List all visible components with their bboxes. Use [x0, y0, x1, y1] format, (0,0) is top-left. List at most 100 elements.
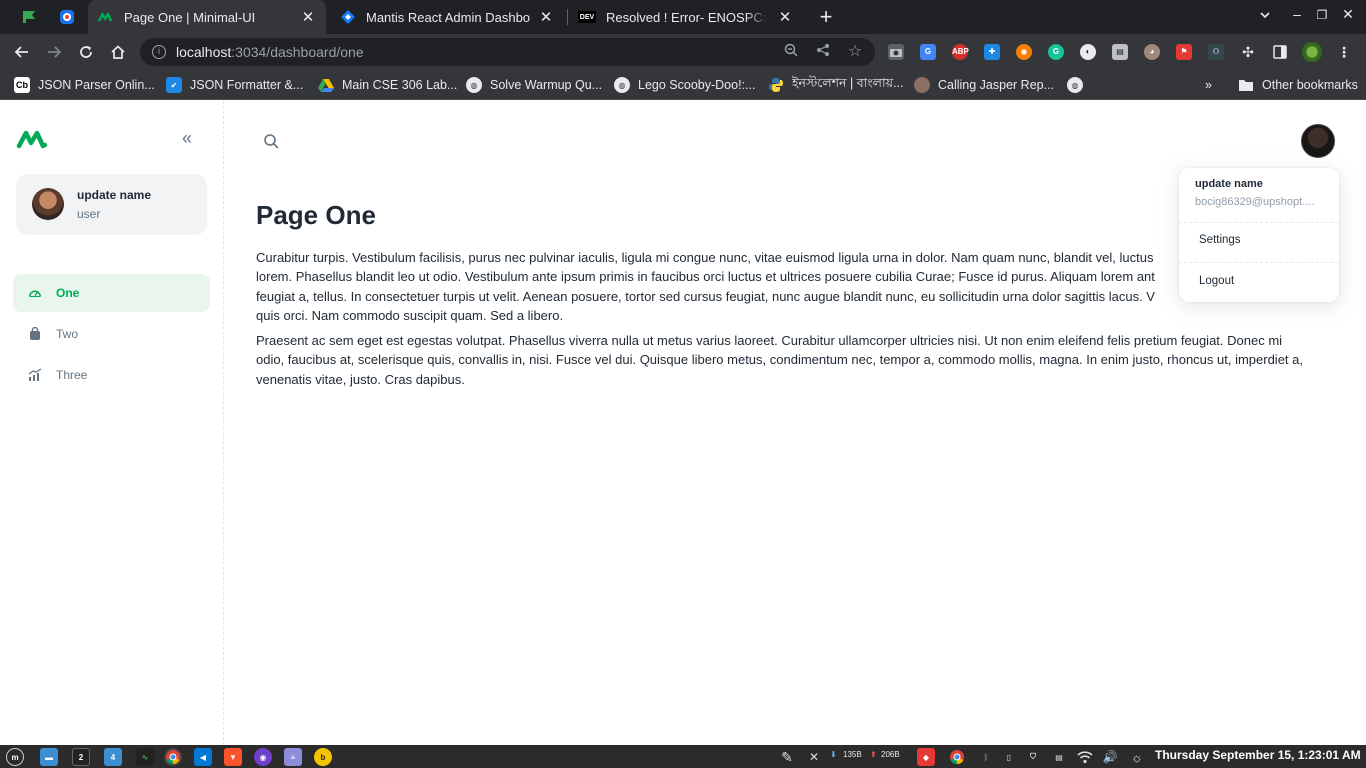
bookmark-star-icon[interactable]: ☆	[846, 41, 864, 61]
tab-mantis[interactable]: Mantis React Admin Dashboard ✕	[330, 0, 564, 34]
shield-icon[interactable]: ⛉	[1024, 748, 1042, 766]
chrome-tray-icon[interactable]	[948, 748, 966, 766]
text-line: venenatis vitae, justo. Cras dapibus.	[256, 371, 465, 387]
bookmark-1[interactable]: Cb JSON Parser Onlin...	[14, 76, 155, 94]
podcast-avatar-icon	[914, 77, 930, 93]
adblock-extension-icon[interactable]: ABP	[952, 44, 969, 60]
bookmark-2[interactable]: ✔ JSON Formatter &...	[166, 76, 303, 94]
sidebar-item-two[interactable]: Two	[13, 315, 210, 353]
clock-extension-icon[interactable]: ◐	[1080, 44, 1096, 60]
site-info-icon[interactable]: i	[152, 45, 166, 59]
profile-avatar-icon[interactable]	[1302, 42, 1322, 62]
settings-menu-item[interactable]: Settings	[1199, 234, 1241, 246]
download-arrow-icon: ⬇	[830, 750, 837, 759]
text-line: feugiat a, tellus. In consectetuer turpi…	[256, 288, 1155, 304]
bookmark-5[interactable]: ◍ Lego Scooby-Doo!:...	[614, 76, 755, 94]
new-tab-button[interactable]: +	[815, 4, 837, 30]
net-up-speed: 206B	[881, 750, 900, 759]
extensions-puzzle-icon[interactable]: ✣	[1240, 44, 1256, 60]
start-menu-icon[interactable]: m	[6, 748, 24, 766]
menu-kebab-icon[interactable]: ⋮	[1336, 44, 1352, 60]
os-taskbar: m ▬ 2 4 ∿ ◀ ▼ ◉ ≡ b ✎ ✕ ⬇ 135B ⬆ 206B ◆ …	[0, 745, 1366, 768]
tab-close-icon[interactable]: ✕	[300, 8, 316, 26]
bookmarks-bar: Cb JSON Parser Onlin... ✔ JSON Formatter…	[0, 70, 1366, 100]
flag-icon	[23, 11, 35, 23]
grammarly-extension-icon[interactable]: G	[1048, 44, 1064, 60]
pinned-tab-2[interactable]	[52, 4, 82, 30]
volume-icon[interactable]: 🔊	[1101, 748, 1119, 766]
minimize-icon[interactable]: –	[1287, 6, 1307, 22]
bookmark-6[interactable]: ইনস্টলেশন | বাংলায়...	[768, 76, 903, 94]
zoom-icon[interactable]	[782, 43, 800, 60]
home-icon[interactable]	[106, 40, 130, 64]
cross-extension-icon[interactable]: ✚	[984, 44, 1000, 60]
red-extension-icon[interactable]: ⚑	[1176, 44, 1192, 60]
tab-title: Page One | Minimal-UI	[124, 9, 256, 25]
side-panel-icon[interactable]	[1272, 44, 1288, 60]
brave-icon[interactable]: ▼	[224, 748, 242, 766]
bluetooth-icon[interactable]: ᛒ	[977, 748, 995, 766]
logout-menu-item[interactable]: Logout	[1199, 275, 1234, 287]
chrome-taskbar-icon[interactable]	[164, 748, 182, 766]
system-monitor-icon[interactable]: ∿	[136, 748, 154, 766]
github-icon[interactable]: ◉	[254, 748, 272, 766]
page-title: Page One	[256, 200, 376, 230]
terminal-icon[interactable]: 2	[72, 748, 90, 766]
mantis-logo-icon	[340, 9, 356, 25]
wifi-icon[interactable]	[1076, 748, 1094, 766]
text-line: Curabitur turpis. Vestibulum facilisis, …	[256, 250, 1154, 265]
tab-page-one[interactable]: Page One | Minimal-UI ✕	[88, 0, 326, 34]
close-window-icon[interactable]: ✕	[1338, 6, 1358, 23]
tab-title: Mantis React Admin Dashboard	[366, 9, 530, 25]
tab-close-icon[interactable]: ✕	[777, 8, 793, 26]
vscode-icon[interactable]: ◀	[194, 748, 212, 766]
back-icon[interactable]	[10, 40, 34, 64]
pinned-tab-1[interactable]	[14, 4, 44, 30]
python-icon	[768, 77, 784, 93]
sidebar-item-one[interactable]: One	[13, 274, 210, 312]
account-card[interactable]: update name user	[16, 174, 207, 235]
checkbox-icon: ✔	[166, 77, 182, 93]
more-bookmarks-chevron-icon[interactable]: »	[1205, 76, 1212, 94]
camera-extension-icon[interactable]	[888, 44, 904, 60]
search-icon[interactable]	[262, 132, 280, 150]
bookmark-4[interactable]: ◍ Solve Warmup Qu...	[466, 76, 602, 94]
clock[interactable]: Thursday September 15, 1:23:01 AM	[1155, 748, 1361, 762]
bing-icon[interactable]: b	[314, 748, 332, 766]
address-bar[interactable]: i localhost:3034/dashboard/one ☆	[140, 38, 875, 66]
tab-close-icon[interactable]: ✕	[538, 8, 554, 26]
rss-extension-icon[interactable]: ◉	[1016, 44, 1032, 60]
owl-extension-icon[interactable]: ◕	[1144, 44, 1160, 60]
brightness-icon[interactable]: ☼	[1128, 748, 1146, 766]
page-extension-icon[interactable]: ▤	[1112, 44, 1128, 60]
text-line: odio, faucibus at, scelerisque quis, con…	[256, 352, 1303, 368]
tab-devto[interactable]: DEV Resolved ! Error- ENOSPC: Syste ✕	[568, 0, 803, 34]
network-extension-icon[interactable]: ⚇	[1208, 44, 1224, 60]
other-bookmarks-folder[interactable]: Other bookmarks	[1238, 76, 1358, 94]
reload-icon[interactable]	[74, 40, 98, 64]
notes-icon[interactable]: ▤	[1050, 748, 1068, 766]
sidebar-item-three[interactable]: Three	[13, 356, 210, 394]
account-menu-email: bocig86329@upshopt....	[1195, 196, 1315, 208]
avatar	[32, 188, 64, 220]
forward-icon[interactable]	[42, 40, 66, 64]
collapse-sidebar-icon[interactable]: «	[182, 129, 192, 147]
account-avatar-button[interactable]	[1301, 124, 1335, 158]
minimal-logo-icon[interactable]	[16, 129, 48, 149]
globe-icon: ◍	[614, 77, 630, 93]
upload-arrow-icon: ⬆	[870, 750, 877, 759]
tools-icon[interactable]: ✕	[805, 748, 823, 766]
pen-icon[interactable]: ✎	[778, 748, 796, 766]
restore-icon[interactable]: ❐	[1312, 8, 1332, 22]
git-icon[interactable]: ◆	[917, 748, 935, 766]
folder-icon[interactable]: 4	[104, 748, 122, 766]
text-editor-icon[interactable]: ≡	[284, 748, 302, 766]
translate-extension-icon[interactable]: G	[920, 44, 936, 60]
share-icon[interactable]	[814, 43, 832, 60]
clipboard-icon[interactable]: ▯	[1000, 748, 1018, 766]
bookmark-3[interactable]: Main CSE 306 Lab...	[318, 76, 457, 94]
file-manager-icon[interactable]: ▬	[40, 748, 58, 766]
bookmark-7[interactable]: Calling Jasper Rep...	[914, 76, 1054, 94]
tab-search-chevron-icon[interactable]	[1255, 8, 1275, 24]
bookmark-8[interactable]: ◍	[1067, 76, 1091, 94]
